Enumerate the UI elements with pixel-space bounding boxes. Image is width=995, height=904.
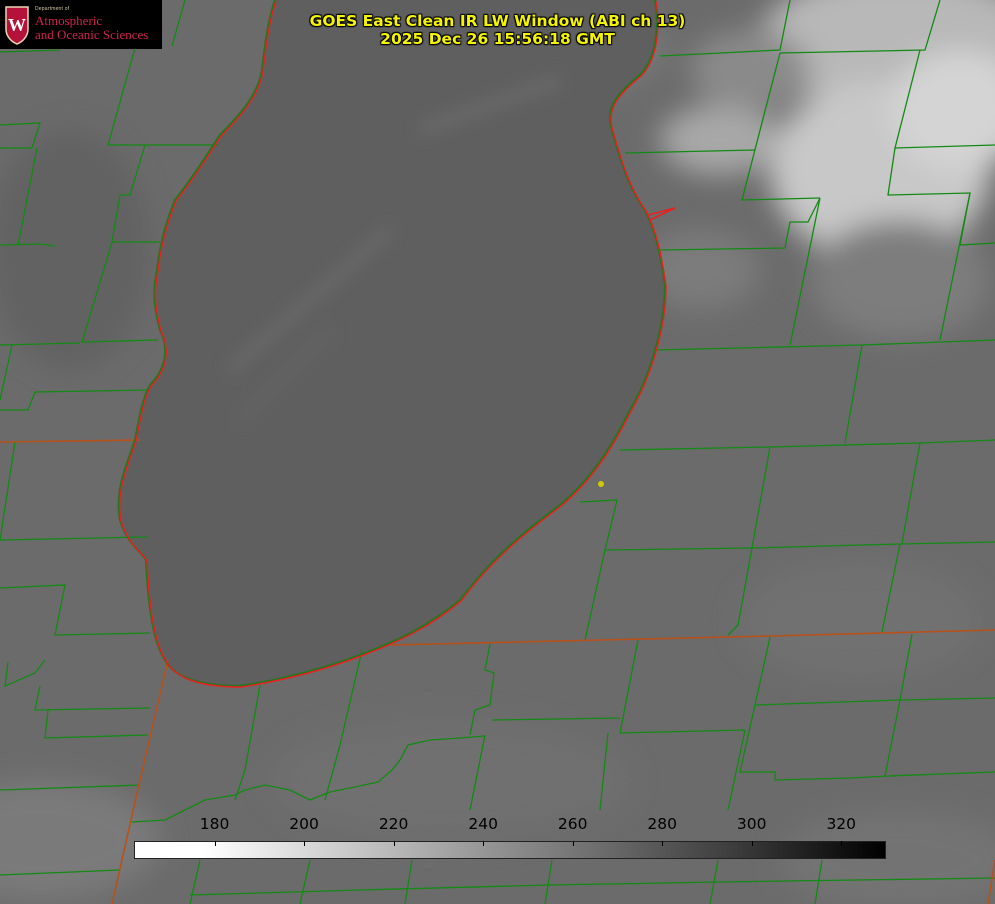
aos-logo: W Department of Atmospheric and Oceanic … <box>0 0 162 49</box>
brightness-temperature-colorbar <box>134 841 886 859</box>
station-marker <box>598 481 604 487</box>
colorbar-tick-mark <box>393 841 395 846</box>
colorbar-tick-mark <box>841 841 843 846</box>
logo-dept-text: Department of <box>35 6 70 12</box>
colorbar-tick-260: 260 <box>557 815 588 833</box>
colorbar-tick-mark <box>662 841 664 846</box>
colorbar-tick-200: 200 <box>289 815 319 833</box>
colorbar-tick-240: 240 <box>468 815 498 833</box>
colorbar-tick-320: 320 <box>826 815 857 833</box>
colorbar-tick-labels: 180 200 220 240 260 280 300 320 <box>0 815 995 835</box>
colorbar-tick-220: 220 <box>378 815 409 833</box>
logo-line-2: and Oceanic Sciences <box>35 27 149 42</box>
uw-crest-icon: W <box>5 5 29 45</box>
satellite-ir-image <box>0 0 995 904</box>
colorbar-tick-mark <box>751 841 753 846</box>
colorbar-tick-300: 300 <box>736 815 767 833</box>
colorbar-tick-mark <box>214 841 216 846</box>
colorbar-tick-mark <box>483 841 485 846</box>
colorbar-tick-mark <box>304 841 306 846</box>
colorbar-tick-mark <box>572 841 574 846</box>
svg-text:W: W <box>8 15 26 35</box>
colorbar-tick-280: 280 <box>647 815 677 833</box>
colorbar-tick-180: 180 <box>199 815 230 833</box>
logo-line-1: Atmospheric <box>35 13 103 28</box>
